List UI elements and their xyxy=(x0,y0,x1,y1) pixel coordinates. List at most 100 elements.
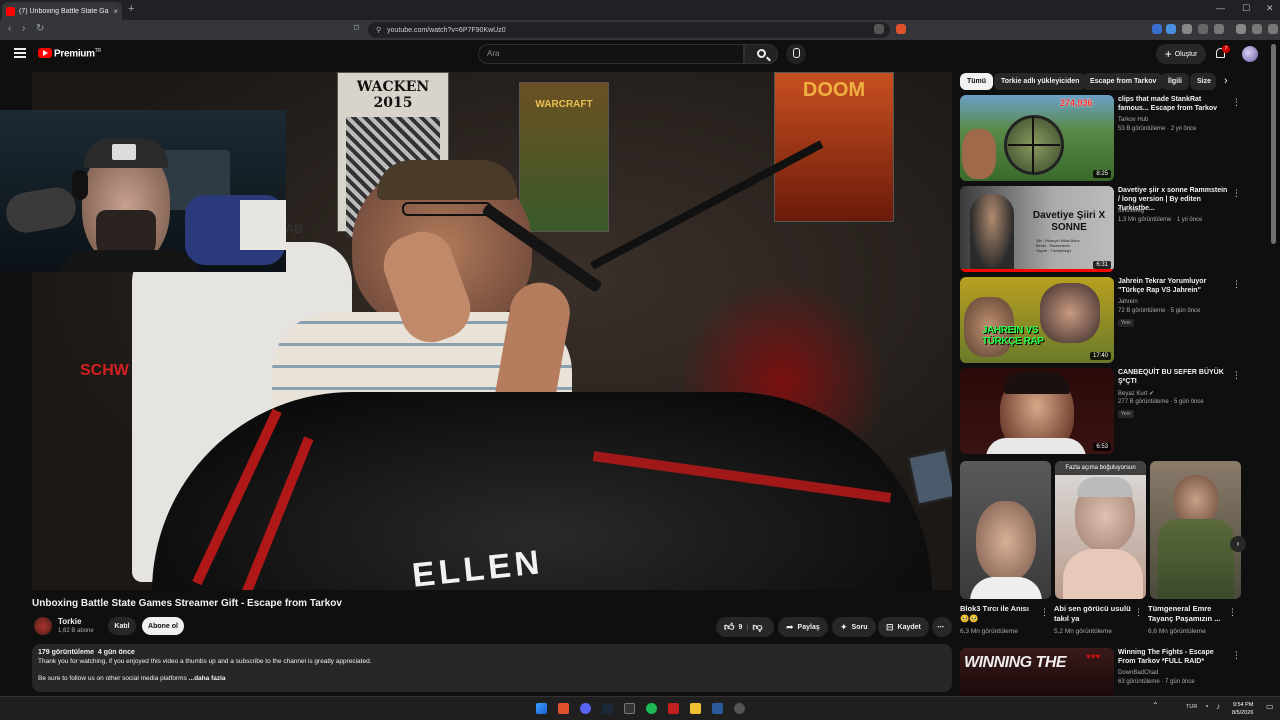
extension-icon[interactable] xyxy=(1152,24,1162,34)
rec-channel[interactable]: Jahrein xyxy=(1118,299,1138,305)
wifi-icon[interactable]: ◔ xyxy=(1204,702,1209,711)
reload-icon[interactable]: ↻ xyxy=(36,23,44,34)
chip-all[interactable]: Tümü xyxy=(960,73,994,90)
brave-shield-icon[interactable] xyxy=(896,24,906,34)
recommendation-item[interactable]: WINNING THE ♥♥♥ Winning The Fights - Esc… xyxy=(960,648,1260,696)
app-icon[interactable] xyxy=(712,703,723,714)
save-button[interactable]: ⊟ Kaydet xyxy=(878,617,929,637)
app-icon[interactable] xyxy=(668,703,679,714)
recommendation-item[interactable]: 6:53 CANBEQUİT BU SEFER BÜYÜK Ş*ÇTI Beya… xyxy=(960,368,1260,456)
account-avatar[interactable] xyxy=(1242,46,1258,62)
input-language[interactable]: TUR xyxy=(1186,704,1197,710)
rec-title[interactable]: Winning The Fights - Escape From Tarkov … xyxy=(1118,648,1230,666)
rec-channel[interactable]: türkistbeg xyxy=(1118,208,1144,214)
channel-avatar[interactable] xyxy=(34,617,52,635)
puzzle-icon[interactable] xyxy=(1198,24,1208,34)
hamburger-menu-icon[interactable] xyxy=(14,48,26,58)
video-thumbnail[interactable]: JAHREIN VS TÜRKÇE RAP 17:40 xyxy=(960,277,1114,363)
chip-uploader[interactable]: Torkie adlı yükleyiciden xyxy=(994,73,1087,90)
settings-icon[interactable] xyxy=(734,703,745,714)
voice-search-icon[interactable] xyxy=(786,44,806,64)
tab-close-icon[interactable]: × xyxy=(113,7,118,16)
steam-icon[interactable] xyxy=(602,703,613,714)
short-thumbnail[interactable]: Fazla açıma boğuluyorsun xyxy=(1055,461,1146,599)
notification-center-icon[interactable]: ▭ xyxy=(1266,702,1274,711)
address-bar[interactable]: ⚲ youtube.com/watch?v=6P7F90KwUz0 xyxy=(368,22,890,38)
start-icon[interactable] xyxy=(536,703,547,714)
new-tab-button[interactable]: + xyxy=(128,3,134,15)
chip-next-icon[interactable]: › xyxy=(1224,75,1228,87)
short-thumbnail[interactable] xyxy=(1150,461,1241,599)
rec-title[interactable]: CANBEQUİT BU SEFER BÜYÜK Ş*ÇTI xyxy=(1118,368,1230,386)
rec-title[interactable]: clips that made StankRat famous... Escap… xyxy=(1118,95,1230,113)
more-vert-icon[interactable]: ⋮ xyxy=(1232,650,1241,661)
share-button[interactable]: ➦ Paylaş xyxy=(778,617,828,637)
back-icon[interactable]: ‹ xyxy=(8,23,11,34)
more-vert-icon[interactable]: ⋮ xyxy=(1232,97,1241,108)
recommendation-item[interactable]: Davetiye Şiiri X SONNE Şiir : Hüseyin Ni… xyxy=(960,186,1260,274)
media-icon[interactable] xyxy=(1236,24,1246,34)
cast-icon[interactable] xyxy=(874,24,884,34)
chip-for-you[interactable]: Size xyxy=(1190,73,1216,90)
rec-channel[interactable]: Tarkov Hub xyxy=(1118,117,1148,123)
subscribe-button[interactable]: Abone ol xyxy=(142,617,184,635)
short-title[interactable]: Tümgeneral Emre Tayanç Paşamızın ... xyxy=(1148,604,1228,624)
brave-browser-icon[interactable] xyxy=(558,703,569,714)
search-input[interactable]: Ara xyxy=(478,44,744,64)
channel-name[interactable]: Torkie xyxy=(58,617,81,626)
volume-icon[interactable]: ♪ xyxy=(1216,702,1220,711)
brand-name[interactable]: PremiumTR xyxy=(54,48,101,59)
page-scrollbar[interactable] xyxy=(1271,44,1276,244)
more-vert-icon[interactable]: ⋮ xyxy=(1232,279,1241,290)
minimize-icon[interactable]: — xyxy=(1216,3,1225,13)
extension-icon[interactable] xyxy=(1166,24,1176,34)
more-vert-icon[interactable]: ⋮ xyxy=(1232,370,1241,381)
rec-channel[interactable]: DownBadChad xyxy=(1118,670,1158,676)
search-button[interactable] xyxy=(744,44,778,64)
wallet-icon[interactable] xyxy=(1252,24,1262,34)
create-button[interactable]: + Oluştur xyxy=(1156,44,1206,64)
description-box[interactable]: 179 görüntüleme 4 gün önce Thank you for… xyxy=(32,644,952,692)
chip-tarkov[interactable]: Escape from Tarkov xyxy=(1083,73,1164,90)
join-button[interactable]: Katıl xyxy=(108,617,136,635)
site-info-icon[interactable]: ⚲ xyxy=(376,26,381,34)
rec-title[interactable]: Jahrein Tekrar Yorumluyor "Türkçe Rap VS… xyxy=(1118,277,1230,295)
spotify-icon[interactable] xyxy=(646,703,657,714)
more-vert-icon[interactable]: ⋮ xyxy=(1228,607,1237,618)
obs-icon[interactable] xyxy=(624,703,635,714)
more-vert-icon[interactable]: ⋮ xyxy=(1134,607,1143,618)
system-clock[interactable]: 9:54 PM 8/5/2026 xyxy=(1232,701,1253,717)
video-thumbnail[interactable]: Davetiye Şiiri X SONNE Şiir : Hüseyin Ni… xyxy=(960,186,1114,272)
recommendation-item[interactable]: JAHREIN VS TÜRKÇE RAP 17:40 Jahrein Tekr… xyxy=(960,277,1260,365)
sidebar-icon[interactable] xyxy=(1214,24,1224,34)
thumbs-down-icon[interactable]: 👎︎ xyxy=(752,621,762,633)
browser-tab[interactable]: (7) Unboxing Battle State Games × xyxy=(2,2,122,20)
rec-channel[interactable]: Beyaz Kurt ✔ xyxy=(1118,390,1154,397)
maximize-icon[interactable]: ☐ xyxy=(1242,3,1250,14)
short-title[interactable]: Blok3 Tırcı ile Anısı 🥺🥺 xyxy=(960,604,1040,624)
video-thumbnail[interactable]: WINNING THE ♥♥♥ xyxy=(960,648,1114,696)
tray-chevron-icon[interactable]: ⌃ xyxy=(1152,701,1159,710)
close-window-icon[interactable]: ✕ xyxy=(1266,3,1274,14)
show-more-link[interactable]: ...daha fazla xyxy=(189,675,226,682)
short-title[interactable]: Abi sen görücü usulü takıl ya xyxy=(1054,604,1134,624)
menu-icon[interactable] xyxy=(1268,24,1278,34)
more-actions-button[interactable]: ⋯ xyxy=(932,617,952,637)
shorts-next-icon[interactable]: › xyxy=(1230,536,1246,552)
video-thumbnail[interactable]: 6:53 xyxy=(960,368,1114,454)
youtube-logo-icon[interactable] xyxy=(38,48,52,58)
chip-related[interactable]: İlgili xyxy=(1161,73,1189,90)
like-count[interactable]: 9 xyxy=(738,624,742,631)
forward-icon[interactable]: › xyxy=(22,23,25,34)
shield-icon[interactable] xyxy=(1182,24,1192,34)
discord-icon[interactable] xyxy=(580,703,591,714)
more-vert-icon[interactable]: ⋮ xyxy=(1232,188,1241,199)
short-thumbnail[interactable] xyxy=(960,461,1051,599)
bookmark-icon[interactable]: ⌑ xyxy=(354,23,359,34)
more-vert-icon[interactable]: ⋮ xyxy=(1040,607,1049,618)
thumbs-up-icon[interactable]: 👍︎ xyxy=(724,621,734,633)
video-thumbnail[interactable]: 274,936 8:25 xyxy=(960,95,1114,181)
ask-button[interactable]: ✦ Soru xyxy=(832,617,876,637)
file-explorer-icon[interactable] xyxy=(690,703,701,714)
recommendation-item[interactable]: 274,936 8:25 clips that made StankRat fa… xyxy=(960,95,1260,183)
